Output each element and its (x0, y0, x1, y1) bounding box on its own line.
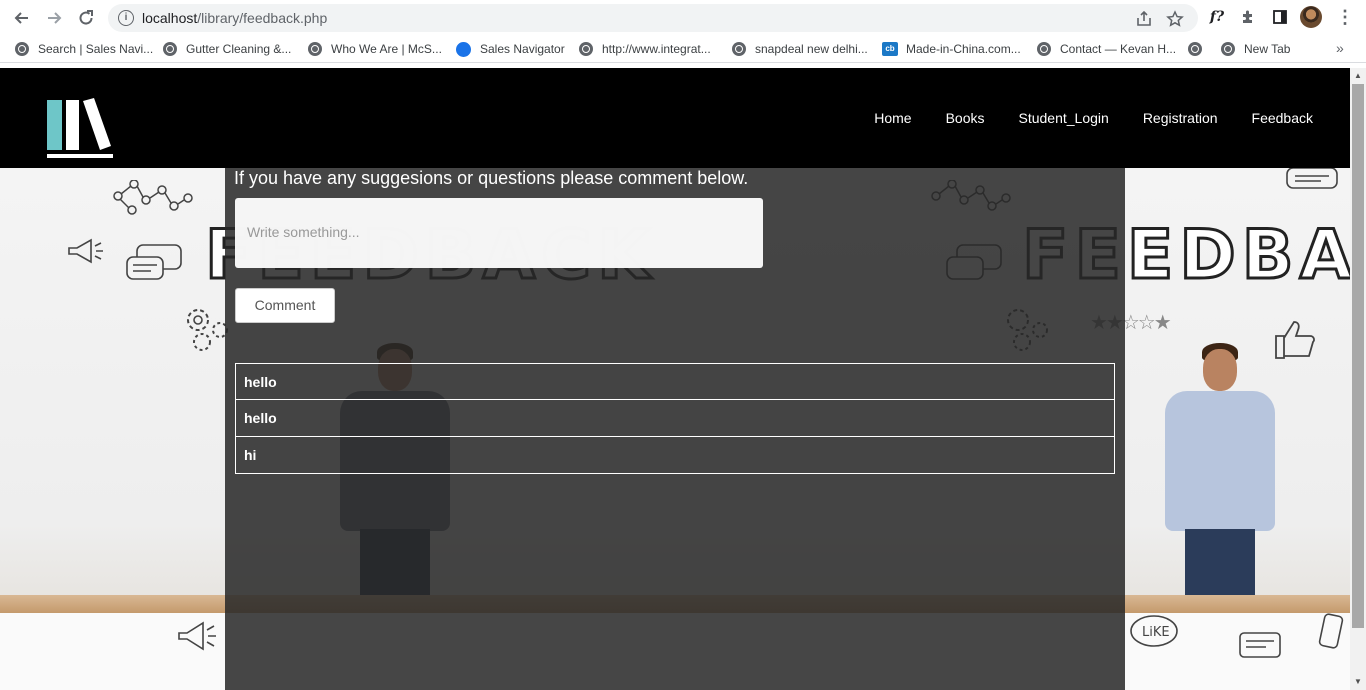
site-info-icon[interactable]: i (118, 10, 134, 26)
feedback-prompt: If you have any suggesions or questions … (234, 168, 749, 188)
browser-toolbar: i localhost/library/feedback.php f? ⋮ (0, 0, 1366, 35)
bookmark-item[interactable]: snapdeal new delhi... (732, 40, 868, 58)
globe-icon (163, 42, 177, 56)
nav-registration[interactable]: Registration (1126, 110, 1235, 126)
comment-row: hi (235, 437, 1115, 474)
bookmarks-more-icon[interactable]: » (1336, 40, 1344, 56)
chat-doodle-icon (125, 243, 185, 291)
library-logo[interactable] (47, 98, 113, 158)
globe-icon (1221, 42, 1235, 56)
bookmark-item[interactable]: Who We Are | McS... (308, 40, 442, 58)
bookmark-item[interactable]: Sales Navigator (456, 40, 565, 58)
phone-doodle-icon (1318, 613, 1346, 657)
made-in-china-icon: cb (882, 42, 898, 56)
megaphone-doodle-icon (175, 621, 221, 659)
comment-row: hello (235, 400, 1115, 437)
comments-table: hello hello hi (235, 363, 1115, 474)
bookmark-item[interactable]: http://www.integrat... (579, 40, 711, 58)
comment-textarea[interactable]: Write something... (235, 198, 763, 268)
chat-doodle-icon (1285, 167, 1340, 198)
bookmark-item[interactable]: Gutter Cleaning &... (163, 40, 291, 58)
nav-books[interactable]: Books (929, 110, 1002, 126)
globe-icon (579, 42, 593, 56)
menu-kebab-icon[interactable]: ⋮ (1336, 6, 1354, 28)
profile-avatar[interactable] (1300, 6, 1322, 28)
back-icon[interactable] (10, 6, 34, 30)
reload-icon[interactable] (74, 6, 98, 30)
compass-icon (456, 41, 471, 57)
comment-row: hello (235, 363, 1115, 400)
bookmark-item[interactable]: Search | Sales Navi... (15, 40, 153, 58)
bookmark-item[interactable] (1188, 40, 1211, 58)
page-scrollbar[interactable]: ▲ ▼ (1350, 68, 1366, 690)
nav-home[interactable]: Home (857, 110, 928, 126)
megaphone-doodle-icon (65, 238, 105, 272)
globe-icon (1037, 42, 1051, 56)
forward-icon[interactable] (42, 6, 66, 30)
url-text: localhost/library/feedback.php (142, 10, 328, 26)
scroll-up-icon[interactable]: ▲ (1353, 71, 1363, 81)
network-doodle-icon (112, 179, 194, 226)
globe-icon (732, 42, 746, 56)
comment-button[interactable]: Comment (235, 288, 335, 323)
star-icon[interactable] (1166, 10, 1184, 28)
address-bar[interactable]: i localhost/library/feedback.php (108, 4, 1198, 32)
bookmark-item[interactable]: cb Made-in-China.com... (882, 40, 1021, 58)
like-bubble-doodle-icon: LiKE (1128, 613, 1180, 659)
globe-icon (308, 42, 322, 56)
puzzle-icon[interactable] (1236, 5, 1260, 29)
chat-doodle-icon (1238, 631, 1284, 667)
bookmarks-bar: Search | Sales Navi... Gutter Cleaning &… (0, 35, 1366, 63)
page-viewport: FEEDBACK FEEDBACK ★★☆☆★ (0, 68, 1350, 690)
bookmark-item[interactable]: Contact — Kevan H... (1037, 40, 1176, 58)
fx-extension-icon[interactable]: f? (1205, 5, 1229, 29)
globe-icon (1188, 42, 1202, 56)
side-panel-icon[interactable] (1268, 5, 1292, 29)
gears-doodle-icon (180, 300, 230, 362)
globe-icon (15, 42, 29, 56)
scroll-down-icon[interactable]: ▼ (1353, 677, 1363, 687)
bookmark-item[interactable]: New Tab (1221, 40, 1290, 58)
nav-feedback[interactable]: Feedback (1235, 110, 1330, 126)
scrollbar-thumb[interactable] (1352, 84, 1364, 628)
share-icon[interactable] (1135, 10, 1153, 28)
nav-student-login[interactable]: Student_Login (1002, 110, 1126, 126)
site-navbar: Home Books Student_Login Registration Fe… (0, 68, 1350, 168)
main-nav: Home Books Student_Login Registration Fe… (857, 110, 1330, 126)
svg-text:LiKE: LiKE (1142, 625, 1170, 640)
